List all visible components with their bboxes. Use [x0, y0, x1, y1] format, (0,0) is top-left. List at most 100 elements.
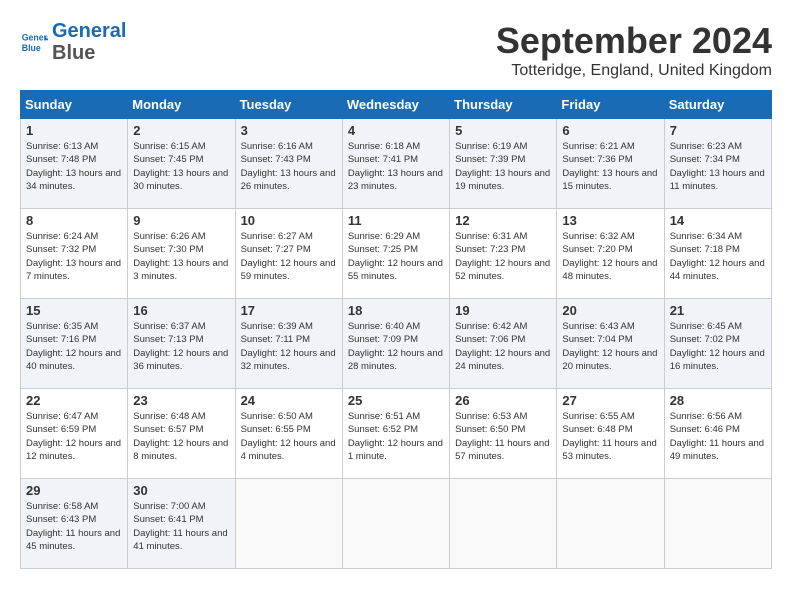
day-number: 7 — [670, 123, 766, 138]
day-cell: 8 Sunrise: 6:24 AMSunset: 7:32 PMDayligh… — [21, 209, 128, 299]
day-cell: 24 Sunrise: 6:50 AMSunset: 6:55 PMDaylig… — [235, 389, 342, 479]
day-info: Sunrise: 6:53 AMSunset: 6:50 PMDaylight:… — [455, 410, 551, 463]
day-number: 12 — [455, 213, 551, 228]
header-cell-tuesday: Tuesday — [235, 91, 342, 119]
day-cell: 9 Sunrise: 6:26 AMSunset: 7:30 PMDayligh… — [128, 209, 235, 299]
day-cell: 27 Sunrise: 6:55 AMSunset: 6:48 PMDaylig… — [557, 389, 664, 479]
day-cell: 7 Sunrise: 6:23 AMSunset: 7:34 PMDayligh… — [664, 119, 771, 209]
day-cell — [450, 479, 557, 569]
day-number: 17 — [241, 303, 337, 318]
title-block: September 2024 Totteridge, England, Unit… — [496, 20, 772, 80]
logo-text: General Blue — [52, 20, 126, 64]
day-info: Sunrise: 6:51 AMSunset: 6:52 PMDaylight:… — [348, 410, 444, 463]
day-info: Sunrise: 6:47 AMSunset: 6:59 PMDaylight:… — [26, 410, 122, 463]
svg-text:Blue: Blue — [22, 43, 41, 53]
day-number: 11 — [348, 213, 444, 228]
day-number: 13 — [562, 213, 658, 228]
day-number: 5 — [455, 123, 551, 138]
day-number: 26 — [455, 393, 551, 408]
day-info: Sunrise: 6:48 AMSunset: 6:57 PMDaylight:… — [133, 410, 229, 463]
day-number: 27 — [562, 393, 658, 408]
day-info: Sunrise: 6:43 AMSunset: 7:04 PMDaylight:… — [562, 320, 658, 373]
day-number: 30 — [133, 483, 229, 498]
location: Totteridge, England, United Kingdom — [496, 62, 772, 80]
day-info: Sunrise: 6:35 AMSunset: 7:16 PMDaylight:… — [26, 320, 122, 373]
day-cell: 26 Sunrise: 6:53 AMSunset: 6:50 PMDaylig… — [450, 389, 557, 479]
day-number: 22 — [26, 393, 122, 408]
day-info: Sunrise: 6:23 AMSunset: 7:34 PMDaylight:… — [670, 140, 766, 193]
header-cell-sunday: Sunday — [21, 91, 128, 119]
week-row-2: 8 Sunrise: 6:24 AMSunset: 7:32 PMDayligh… — [21, 209, 772, 299]
day-info: Sunrise: 6:26 AMSunset: 7:30 PMDaylight:… — [133, 230, 229, 283]
day-info: Sunrise: 6:27 AMSunset: 7:27 PMDaylight:… — [241, 230, 337, 283]
day-info: Sunrise: 6:18 AMSunset: 7:41 PMDaylight:… — [348, 140, 444, 193]
day-number: 4 — [348, 123, 444, 138]
week-row-5: 29 Sunrise: 6:58 AMSunset: 6:43 PMDaylig… — [21, 479, 772, 569]
day-info: Sunrise: 6:55 AMSunset: 6:48 PMDaylight:… — [562, 410, 658, 463]
day-cell: 30 Sunrise: 7:00 AMSunset: 6:41 PMDaylig… — [128, 479, 235, 569]
day-cell — [235, 479, 342, 569]
header-cell-thursday: Thursday — [450, 91, 557, 119]
day-cell: 28 Sunrise: 6:56 AMSunset: 6:46 PMDaylig… — [664, 389, 771, 479]
day-number: 8 — [26, 213, 122, 228]
calendar-table: SundayMondayTuesdayWednesdayThursdayFrid… — [20, 90, 772, 569]
day-info: Sunrise: 6:39 AMSunset: 7:11 PMDaylight:… — [241, 320, 337, 373]
header-cell-wednesday: Wednesday — [342, 91, 449, 119]
day-number: 21 — [670, 303, 766, 318]
header-cell-friday: Friday — [557, 91, 664, 119]
day-cell: 18 Sunrise: 6:40 AMSunset: 7:09 PMDaylig… — [342, 299, 449, 389]
day-cell: 17 Sunrise: 6:39 AMSunset: 7:11 PMDaylig… — [235, 299, 342, 389]
day-cell: 14 Sunrise: 6:34 AMSunset: 7:18 PMDaylig… — [664, 209, 771, 299]
day-cell: 19 Sunrise: 6:42 AMSunset: 7:06 PMDaylig… — [450, 299, 557, 389]
day-number: 9 — [133, 213, 229, 228]
logo-icon: General Blue — [20, 28, 48, 56]
day-cell: 16 Sunrise: 6:37 AMSunset: 7:13 PMDaylig… — [128, 299, 235, 389]
day-number: 14 — [670, 213, 766, 228]
day-number: 28 — [670, 393, 766, 408]
week-row-1: 1 Sunrise: 6:13 AMSunset: 7:48 PMDayligh… — [21, 119, 772, 209]
day-number: 6 — [562, 123, 658, 138]
day-cell: 15 Sunrise: 6:35 AMSunset: 7:16 PMDaylig… — [21, 299, 128, 389]
day-cell: 10 Sunrise: 6:27 AMSunset: 7:27 PMDaylig… — [235, 209, 342, 299]
day-number: 3 — [241, 123, 337, 138]
day-cell: 5 Sunrise: 6:19 AMSunset: 7:39 PMDayligh… — [450, 119, 557, 209]
svg-text:General: General — [22, 32, 48, 42]
day-info: Sunrise: 6:24 AMSunset: 7:32 PMDaylight:… — [26, 230, 122, 283]
day-info: Sunrise: 6:56 AMSunset: 6:46 PMDaylight:… — [670, 410, 766, 463]
week-row-4: 22 Sunrise: 6:47 AMSunset: 6:59 PMDaylig… — [21, 389, 772, 479]
day-info: Sunrise: 6:40 AMSunset: 7:09 PMDaylight:… — [348, 320, 444, 373]
day-cell: 22 Sunrise: 6:47 AMSunset: 6:59 PMDaylig… — [21, 389, 128, 479]
day-number: 19 — [455, 303, 551, 318]
calendar-body: 1 Sunrise: 6:13 AMSunset: 7:48 PMDayligh… — [21, 119, 772, 569]
day-number: 25 — [348, 393, 444, 408]
day-info: Sunrise: 6:19 AMSunset: 7:39 PMDaylight:… — [455, 140, 551, 193]
day-cell: 1 Sunrise: 6:13 AMSunset: 7:48 PMDayligh… — [21, 119, 128, 209]
day-cell: 25 Sunrise: 6:51 AMSunset: 6:52 PMDaylig… — [342, 389, 449, 479]
day-info: Sunrise: 6:32 AMSunset: 7:20 PMDaylight:… — [562, 230, 658, 283]
day-info: Sunrise: 6:58 AMSunset: 6:43 PMDaylight:… — [26, 500, 122, 553]
header-cell-saturday: Saturday — [664, 91, 771, 119]
week-row-3: 15 Sunrise: 6:35 AMSunset: 7:16 PMDaylig… — [21, 299, 772, 389]
header-row: SundayMondayTuesdayWednesdayThursdayFrid… — [21, 91, 772, 119]
day-cell — [557, 479, 664, 569]
header-cell-monday: Monday — [128, 91, 235, 119]
day-info: Sunrise: 6:45 AMSunset: 7:02 PMDaylight:… — [670, 320, 766, 373]
day-info: Sunrise: 6:16 AMSunset: 7:43 PMDaylight:… — [241, 140, 337, 193]
day-number: 2 — [133, 123, 229, 138]
day-info: Sunrise: 6:15 AMSunset: 7:45 PMDaylight:… — [133, 140, 229, 193]
day-cell: 12 Sunrise: 6:31 AMSunset: 7:23 PMDaylig… — [450, 209, 557, 299]
month-year: September 2024 — [496, 20, 772, 62]
day-cell: 6 Sunrise: 6:21 AMSunset: 7:36 PMDayligh… — [557, 119, 664, 209]
day-number: 1 — [26, 123, 122, 138]
day-cell — [664, 479, 771, 569]
day-number: 15 — [26, 303, 122, 318]
day-number: 10 — [241, 213, 337, 228]
day-info: Sunrise: 6:42 AMSunset: 7:06 PMDaylight:… — [455, 320, 551, 373]
logo: General Blue General Blue — [20, 20, 126, 64]
day-number: 24 — [241, 393, 337, 408]
day-number: 20 — [562, 303, 658, 318]
day-cell: 2 Sunrise: 6:15 AMSunset: 7:45 PMDayligh… — [128, 119, 235, 209]
day-cell: 29 Sunrise: 6:58 AMSunset: 6:43 PMDaylig… — [21, 479, 128, 569]
day-cell: 3 Sunrise: 6:16 AMSunset: 7:43 PMDayligh… — [235, 119, 342, 209]
day-info: Sunrise: 6:21 AMSunset: 7:36 PMDaylight:… — [562, 140, 658, 193]
